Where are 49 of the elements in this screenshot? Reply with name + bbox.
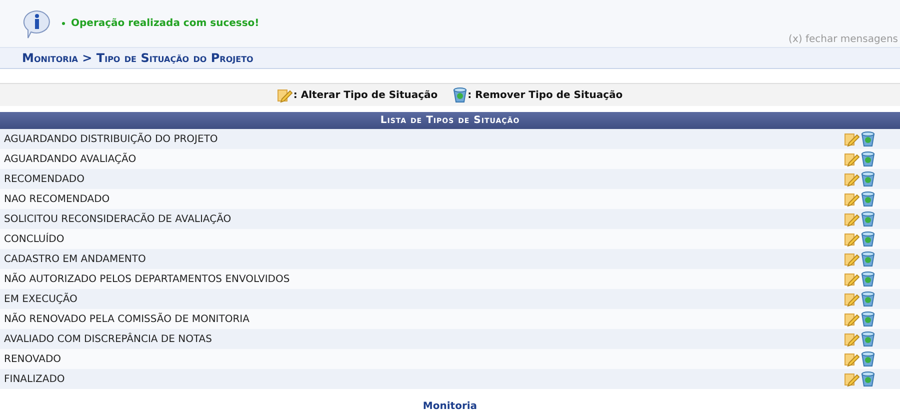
trash-icon[interactable] bbox=[860, 211, 876, 227]
trash-icon[interactable] bbox=[860, 131, 876, 147]
edit-icon[interactable] bbox=[844, 211, 860, 227]
table-cell: CADASTRO EM ANDAMENTO bbox=[0, 249, 748, 269]
trash-icon[interactable] bbox=[860, 371, 876, 387]
legend-label: : Alterar Tipo de Situação bbox=[293, 90, 438, 100]
table-cell: EM EXECUÇÃO bbox=[0, 289, 748, 309]
trash-icon[interactable] bbox=[860, 331, 876, 347]
breadcrumb: Monitoria > Tipo de Situação do Projeto bbox=[22, 51, 254, 65]
trash-icon[interactable] bbox=[860, 231, 876, 247]
bullet-icon bbox=[62, 22, 65, 25]
edit-icon[interactable] bbox=[277, 87, 294, 103]
edit-icon[interactable] bbox=[844, 191, 860, 207]
edit-icon[interactable] bbox=[844, 351, 860, 367]
legend-label: : Remover Tipo de Situação bbox=[468, 90, 623, 100]
edit-icon[interactable] bbox=[844, 151, 860, 167]
trash-icon[interactable] bbox=[860, 351, 876, 367]
trash-icon[interactable] bbox=[860, 191, 876, 207]
edit-icon[interactable] bbox=[844, 291, 860, 307]
table-cell: AGUARDANDO AVALIAÇÃO bbox=[0, 149, 748, 169]
table-cell: NÃO AUTORIZADO PELOS DEPARTAMENTOS ENVOLVIDOS bbox=[0, 269, 748, 289]
trash-icon[interactable] bbox=[860, 291, 876, 307]
table-cell: RENOVADO bbox=[0, 349, 748, 369]
edit-icon[interactable] bbox=[844, 371, 860, 387]
edit-icon[interactable] bbox=[844, 271, 860, 287]
edit-icon[interactable] bbox=[844, 171, 860, 187]
table-cell: NÃO RENOVADO PELA COMISSÃO DE MONITORIA bbox=[0, 309, 748, 329]
table-title: Lista de Tipos de Situação bbox=[0, 112, 900, 129]
trash-icon[interactable] bbox=[860, 271, 876, 287]
trash-icon[interactable] bbox=[860, 151, 876, 167]
table-cell: RECOMENDADO bbox=[0, 169, 748, 189]
edit-icon[interactable] bbox=[844, 331, 860, 347]
table-cell: AVALIADO COM DISCREPÂNCIA DE NOTAS bbox=[0, 329, 748, 349]
table-cell: AGUARDANDO DISTRIBUIÇÃO DO PROJETO bbox=[0, 129, 748, 149]
info-icon bbox=[22, 8, 52, 38]
trash-icon[interactable] bbox=[452, 87, 468, 103]
trash-icon[interactable] bbox=[860, 251, 876, 267]
edit-icon[interactable] bbox=[844, 311, 860, 327]
trash-icon[interactable] bbox=[860, 311, 876, 327]
table-cell: SOLICITOU RECONSIDERACÃO DE AVALIAÇÃO bbox=[0, 209, 748, 229]
footer-link[interactable]: Monitoria bbox=[422, 401, 478, 412]
edit-icon[interactable] bbox=[844, 251, 860, 267]
edit-icon[interactable] bbox=[844, 231, 860, 247]
table-cell: FINALIZADO bbox=[0, 369, 748, 389]
trash-icon[interactable] bbox=[860, 171, 876, 187]
edit-icon[interactable] bbox=[844, 131, 860, 147]
success-message: Operação realizada com sucesso! bbox=[71, 18, 260, 29]
table-cell: NAO RECOMENDADO bbox=[0, 189, 748, 209]
table-cell: CONCLUÍDO bbox=[0, 229, 748, 249]
